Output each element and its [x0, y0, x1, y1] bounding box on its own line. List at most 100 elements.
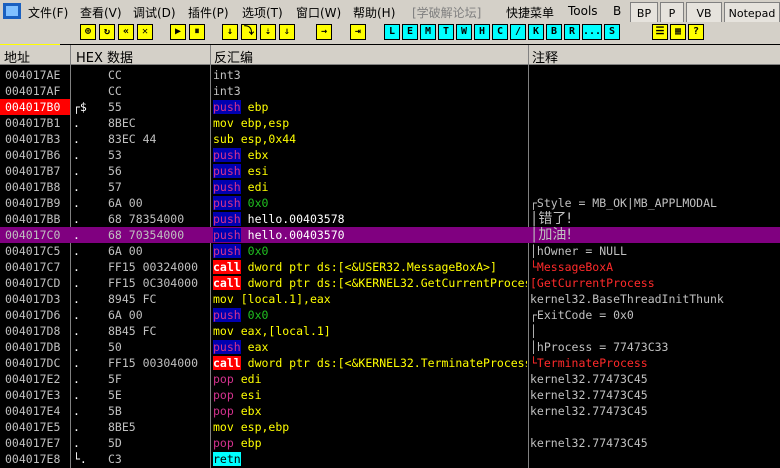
menu-tools[interactable]: Tools	[568, 4, 598, 18]
disassembly-cell: call dword ptr ds:[<&KERNEL32.TerminateP…	[213, 355, 527, 371]
table-row[interactable]: 004017AE CC int3	[0, 67, 780, 83]
toolbar-l-button[interactable]: L	[384, 24, 400, 40]
open-icon[interactable]: ⊕	[80, 24, 96, 40]
table-row[interactable]: 004017E8 └. C3 retn	[0, 451, 780, 467]
table-row[interactable]: 004017E5. 8BE5 mov esp,ebp	[0, 419, 780, 435]
operand: hello.00403570	[247, 228, 345, 242]
header-divider[interactable]	[210, 45, 211, 65]
table-row[interactable]: 004017B3. 83EC 44 sub esp,0x44	[0, 131, 780, 147]
table-row[interactable]: 004017B6. 53 push ebx	[0, 147, 780, 163]
operand: eax	[247, 340, 269, 354]
list-icon[interactable]: ☰	[652, 24, 668, 40]
disassembly-cell: push hello.00403578	[213, 211, 527, 227]
menu-view[interactable]: 查看(V)	[80, 4, 122, 21]
table-row[interactable]: 004017E2. 5F pop edi kernel32.77473C45	[0, 371, 780, 387]
operand: esp,0x44	[240, 132, 297, 146]
menu-plugins[interactable]: 插件(P)	[188, 4, 229, 21]
toolbar-k-button[interactable]: K	[528, 24, 544, 40]
help-icon[interactable]: ?	[688, 24, 704, 40]
table-row[interactable]: 004017C5. 6A 00 push 0x0 │hOwner = NULL	[0, 243, 780, 259]
table-row[interactable]: 004017C0. 68 70354000 push hello.00403570 │…	[0, 227, 780, 243]
run-icon[interactable]: ▶	[170, 24, 186, 40]
address-cell: 004017E2	[5, 372, 61, 386]
table-row[interactable]: 004017E7. 5D pop ebp kernel32.77473C45	[0, 435, 780, 451]
table-row[interactable]: 004017E4. 5B pop ebx kernel32.77473C45	[0, 403, 780, 419]
address-cell: 004017DB	[5, 340, 61, 354]
menu-shortcuts[interactable]: 快捷菜单	[506, 4, 554, 21]
trace-into-icon[interactable]: ⇣	[260, 24, 276, 40]
toolbar-w-button[interactable]: W	[456, 24, 472, 40]
comment-cell: │hProcess = 77473C33	[530, 340, 669, 354]
toolbar-s-button[interactable]: S	[604, 24, 620, 40]
mnemonic: push	[213, 212, 241, 226]
menu-debug[interactable]: 调试(D)	[133, 4, 176, 21]
table-row[interactable]: 004017E3. 5E pop esi kernel32.77473C45	[0, 387, 780, 403]
header-divider[interactable]	[528, 45, 529, 65]
table-row[interactable]: 004017AF CC int3	[0, 83, 780, 99]
toolbar-m-button[interactable]: M	[420, 24, 436, 40]
header-divider[interactable]	[70, 45, 71, 65]
header-disassembly[interactable]: 反汇编	[214, 47, 253, 66]
goto-icon[interactable]: ⇥	[350, 24, 366, 40]
table-row[interactable]: 004017D8. 8B45 FC mov eax,[local.1] │	[0, 323, 780, 339]
close-icon[interactable]: ✕	[137, 24, 153, 40]
header-comment[interactable]: 注释	[532, 47, 558, 66]
bracket-marker: .	[73, 404, 80, 418]
mnemonic: push	[213, 100, 241, 114]
trace-over-icon[interactable]: ⇓	[279, 24, 295, 40]
pause-icon[interactable]: ⏸	[189, 24, 205, 40]
toolbar-slash-button[interactable]: /	[510, 24, 526, 40]
hex-cell: 8BE5	[108, 420, 136, 434]
rewind-icon[interactable]: «	[118, 24, 134, 40]
step-into-icon[interactable]: ↓	[222, 24, 238, 40]
bracket-marker: .	[73, 420, 80, 434]
table-row[interactable]: 004017B0 ┌$ 55 push ebp	[0, 99, 780, 115]
vb-button[interactable]: VB	[686, 2, 722, 24]
notepad-button[interactable]: Notepad	[724, 2, 780, 24]
toolbar-r-button[interactable]: R	[564, 24, 580, 40]
comment-cell: └MessageBoxA	[530, 260, 614, 274]
header-address[interactable]: 地址	[4, 47, 30, 66]
bp-button[interactable]: BP	[630, 2, 658, 24]
toolbar-t-button[interactable]: T	[438, 24, 454, 40]
address-cell: 004017D8	[5, 324, 61, 338]
bracket-marker: .	[73, 260, 80, 274]
operand: dword ptr ds:[<&KERNEL32.GetCurrentProce…	[247, 276, 527, 290]
table-row[interactable]: 004017B7. 56 push esi	[0, 163, 780, 179]
table-row[interactable]: 004017B1. 8BEC mov ebp,esp	[0, 115, 780, 131]
menu-window[interactable]: 窗口(W)	[296, 4, 341, 21]
toolbar-ellipsis-button[interactable]: ...	[582, 24, 602, 40]
grid-icon[interactable]: ▦	[670, 24, 686, 40]
table-row[interactable]: 004017D6. 6A 00 push 0x0 ┌ExitCode = 0x0	[0, 307, 780, 323]
p-button[interactable]: P	[660, 2, 684, 24]
table-row[interactable]: 004017C7. FF15 00324000 call dword ptr ds:…	[0, 259, 780, 275]
step-over-icon[interactable]: ⤵	[241, 24, 257, 40]
table-row[interactable]: 004017CD. FF15 0C304000 call dword ptr ds:…	[0, 275, 780, 291]
table-row[interactable]: 004017DB. 50 push eax │hProcess = 77473C33	[0, 339, 780, 355]
menu-options[interactable]: 选项(T)	[242, 4, 283, 21]
address-cell: 004017DC	[5, 356, 61, 370]
toolbar-e-button[interactable]: E	[402, 24, 418, 40]
table-row[interactable]: 004017BB. 68 78354000 push hello.00403578 │…	[0, 211, 780, 227]
menu-file[interactable]: 文件(F)	[28, 4, 68, 21]
menu-b[interactable]: B	[613, 4, 621, 18]
header-hex[interactable]: HEX 数据	[76, 47, 133, 66]
toolbar-b-button[interactable]: B	[546, 24, 562, 40]
table-row[interactable]: 004017DC. FF15 00304000 call dword ptr ds:…	[0, 355, 780, 371]
bracket-marker: .	[73, 196, 80, 210]
table-row[interactable]: 004017B9. 6A 00 push 0x0 ┌Style = MB_OK|MB_…	[0, 195, 780, 211]
bracket-marker: .	[73, 116, 80, 130]
toolbar-c-button[interactable]: C	[492, 24, 508, 40]
bracket-marker: .	[73, 372, 80, 386]
comment-cell: ┌Style = MB_OK|MB_APPLMODAL	[530, 196, 717, 210]
menu-help[interactable]: 帮助(H)	[353, 4, 395, 21]
mnemonic: call	[213, 276, 241, 290]
toolbar-h-button[interactable]: H	[474, 24, 490, 40]
table-row[interactable]: 004017D3. 8945 FC mov [local.1],eax kernel3…	[0, 291, 780, 307]
menu-forum[interactable]: [学破解论坛]	[412, 4, 481, 21]
mnemonic: int3	[213, 68, 241, 82]
table-row[interactable]: 004017B8. 57 push edi	[0, 179, 780, 195]
execute-till-return-icon[interactable]: →	[316, 24, 332, 40]
restart-icon[interactable]: ↻	[99, 24, 115, 40]
operand: edi	[247, 180, 269, 194]
